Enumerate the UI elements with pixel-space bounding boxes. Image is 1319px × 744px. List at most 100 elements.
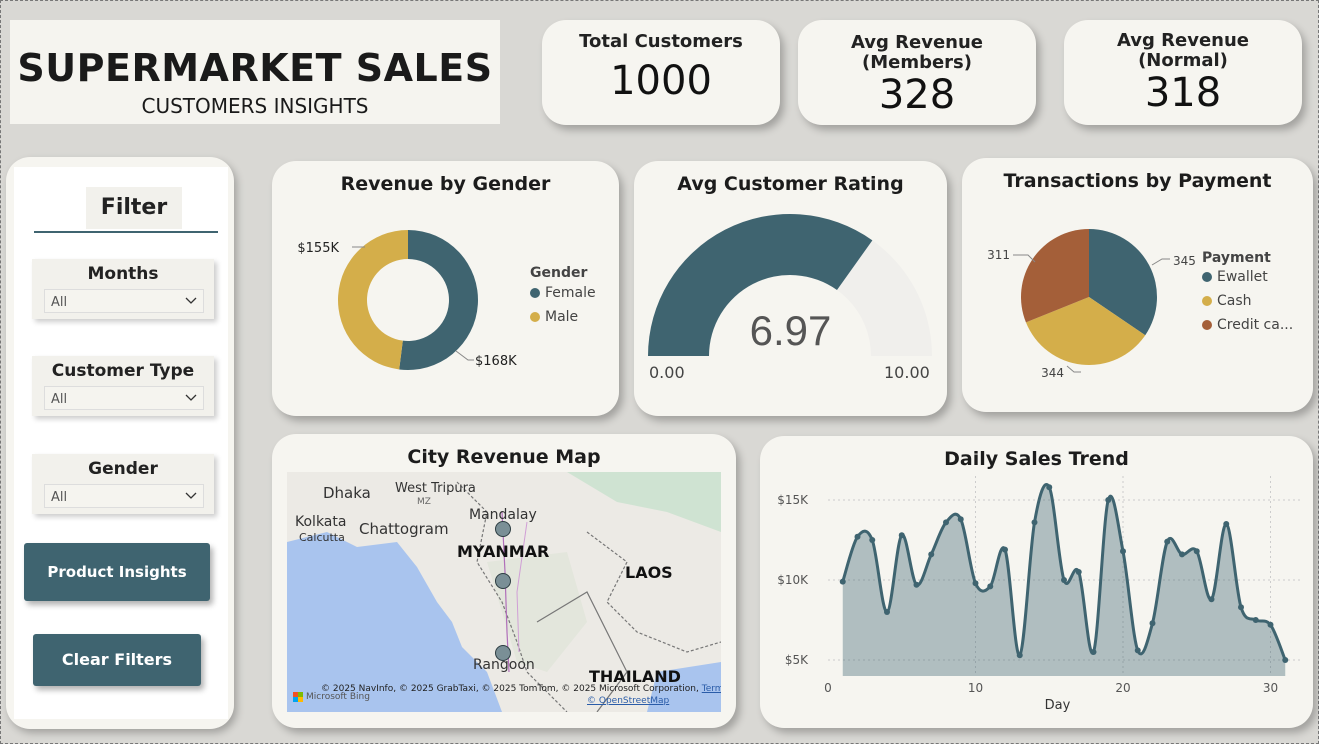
data-label: 345 (1173, 254, 1196, 268)
data-point (1075, 569, 1082, 575)
chevron-down-icon (185, 394, 197, 401)
data-point (1208, 596, 1215, 603)
kpi-label: Total Customers (579, 31, 743, 52)
legend-title: Gender (530, 265, 588, 281)
kpi-avg-revenue-normal[interactable]: Avg Revenue (Normal) 318 (1064, 20, 1302, 125)
slicer-gender: Gender All (32, 454, 214, 514)
legend-item-cash[interactable]: Cash (1202, 293, 1293, 309)
dropdown-value: All (51, 392, 68, 407)
data-label: $155K (297, 241, 339, 256)
gauge-min-label: 0.00 (649, 363, 685, 382)
x-tick-label: 30 (1263, 681, 1278, 695)
data-point (1267, 621, 1274, 628)
filter-panel: Filter Months All Customer Type All Gend… (6, 157, 234, 729)
legend-swatch (1202, 272, 1212, 282)
kpi-value: 1000 (610, 58, 712, 104)
data-point (1282, 657, 1289, 663)
data-point (869, 537, 876, 543)
kpi-value: 318 (1144, 70, 1222, 116)
daily-sales-trend-card[interactable]: Daily Sales Trend $5K $10K $15K 0 10 20 30 Day (760, 436, 1313, 728)
legend-label: Ewallet (1217, 269, 1268, 285)
city-bubble-naypyitaw[interactable] (495, 573, 511, 589)
attribution-text: © 2025 NavInfo, © 2025 GrabTaxi, © 2025 … (321, 684, 699, 694)
city-bubble-mandalay[interactable] (495, 521, 511, 537)
bing-label: Microsoft Bing (306, 692, 370, 702)
leader-line (1151, 258, 1170, 266)
chart-title: City Revenue Map (407, 446, 601, 468)
data-label: $168K (475, 354, 517, 369)
data-point (1149, 620, 1156, 627)
data-point (943, 519, 949, 526)
title-box: SUPERMARKET SALES CUSTOMERS INSIGHTS (10, 20, 500, 124)
revenue-by-gender-card[interactable]: Revenue by Gender $168K $155K Gender Fema… (272, 161, 619, 416)
customer-type-dropdown[interactable]: All (44, 386, 204, 410)
x-tick-label: 20 (1115, 681, 1130, 695)
y-tick-label: $10K (777, 573, 809, 587)
city-revenue-map-card[interactable]: City Revenue Map Dhaka West Tripura MZ K… (272, 434, 736, 728)
data-point (884, 609, 890, 615)
map-attribution: © 2025 NavInfo, © 2025 GrabTaxi, © 2025 … (321, 684, 721, 694)
page-title: SUPERMARKET SALES (17, 46, 493, 90)
transactions-by-payment-card[interactable]: Transactions by Payment 345 344 311 Paymen… (962, 158, 1313, 412)
kpi-value: 328 (878, 72, 956, 118)
dropdown-value: All (51, 490, 68, 505)
data-point (957, 516, 964, 523)
legend-item-ewallet[interactable]: Ewallet (1202, 269, 1293, 285)
map-canvas[interactable]: Dhaka West Tripura MZ Kolkata Calcutta C… (287, 472, 721, 712)
data-point (913, 581, 920, 588)
city-bubble-yangon[interactable] (495, 645, 511, 661)
chevron-down-icon (185, 492, 197, 499)
data-point (1031, 519, 1038, 526)
data-point (898, 532, 905, 539)
data-point (1016, 652, 1023, 659)
map-label-chattogram: Chattogram (359, 520, 449, 538)
kpi-label-sub: (Normal) (1138, 50, 1228, 71)
legend-swatch (530, 312, 540, 322)
legend-swatch (1202, 320, 1212, 330)
slicer-customer-type: Customer Type All (32, 356, 214, 416)
legend-item-female[interactable]: Female (530, 285, 596, 301)
legend-item-credit-card[interactable]: Credit ca... (1202, 317, 1293, 333)
product-insights-button[interactable]: Product Insights (24, 543, 210, 601)
legend-item-male[interactable]: Male (530, 309, 596, 325)
terms-link[interactable]: Terms (702, 684, 721, 694)
map-label-calcutta: Calcutta (299, 531, 345, 544)
gauge-max-label: 10.00 (884, 363, 930, 382)
slice-female (399, 230, 478, 370)
data-point (972, 580, 979, 587)
map-label-mz: MZ (417, 497, 431, 507)
data-point (1223, 521, 1230, 527)
kpi-label-sub: (Members) (861, 52, 972, 73)
dropdown-value: All (51, 295, 68, 310)
kpi-total-customers[interactable]: Total Customers 1000 (542, 20, 780, 125)
legend-label: Credit ca... (1217, 317, 1294, 333)
data-point (1134, 647, 1141, 654)
filter-divider (34, 231, 218, 233)
kpi-label: Avg Revenue (850, 32, 984, 53)
avg-customer-rating-card[interactable]: Avg Customer Rating 6.97 0.00 10.00 (634, 161, 947, 416)
data-point (1061, 577, 1067, 583)
data-point (1105, 497, 1112, 503)
clear-filters-button[interactable]: Clear Filters (33, 634, 201, 686)
data-label: 344 (1041, 366, 1064, 380)
data-point (1238, 604, 1244, 611)
x-tick-label: 0 (824, 681, 832, 695)
data-label: 311 (987, 248, 1010, 262)
months-dropdown[interactable]: All (44, 289, 204, 313)
kpi-avg-revenue-members[interactable]: Avg Revenue (Members) 328 (798, 20, 1036, 125)
data-point (1164, 538, 1171, 545)
gauge-value: 6.97 (749, 307, 832, 354)
leader-line (455, 350, 474, 361)
data-point (854, 533, 861, 540)
data-point (1046, 484, 1053, 491)
legend-title: Payment (1202, 250, 1271, 266)
gender-dropdown[interactable]: All (44, 484, 204, 508)
map-label-kolkata: Kolkata (295, 514, 347, 530)
kpi-label: Avg Revenue (1116, 30, 1250, 51)
osm-link[interactable]: © OpenStreetMap (587, 696, 669, 706)
leader-line (1066, 365, 1081, 373)
data-point (928, 551, 935, 558)
legend-label: Female (545, 285, 596, 301)
map-label-dhaka: Dhaka (323, 484, 371, 502)
page-subtitle: CUSTOMERS INSIGHTS (141, 94, 369, 118)
